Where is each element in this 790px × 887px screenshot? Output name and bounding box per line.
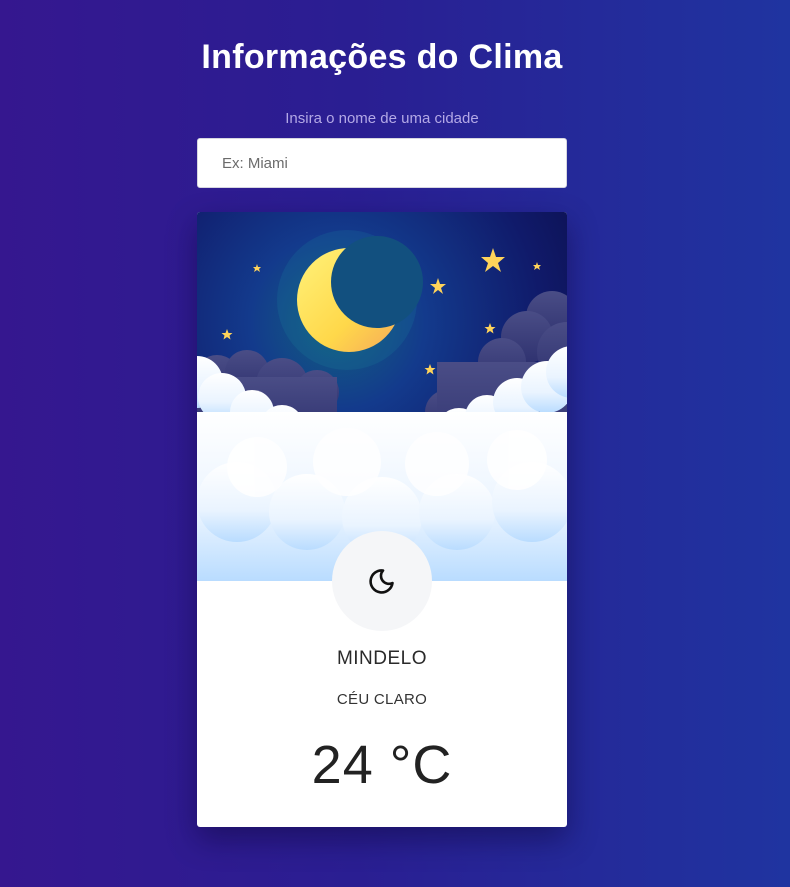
page-title: Informações do Clima <box>201 38 563 76</box>
weather-icon-badge <box>332 531 432 631</box>
weather-card: MINDELO CÉU CLARO 24 °C <box>197 212 567 827</box>
weather-description: CÉU CLARO <box>336 691 428 708</box>
night-sky-illustration <box>197 212 567 581</box>
city-name: MINDELO <box>336 648 428 669</box>
temperature: 24 °C <box>311 735 453 795</box>
moon-icon <box>369 569 394 594</box>
city-search-input[interactable] <box>197 138 567 188</box>
search-label: Insira o nome de uma cidade <box>285 110 479 127</box>
